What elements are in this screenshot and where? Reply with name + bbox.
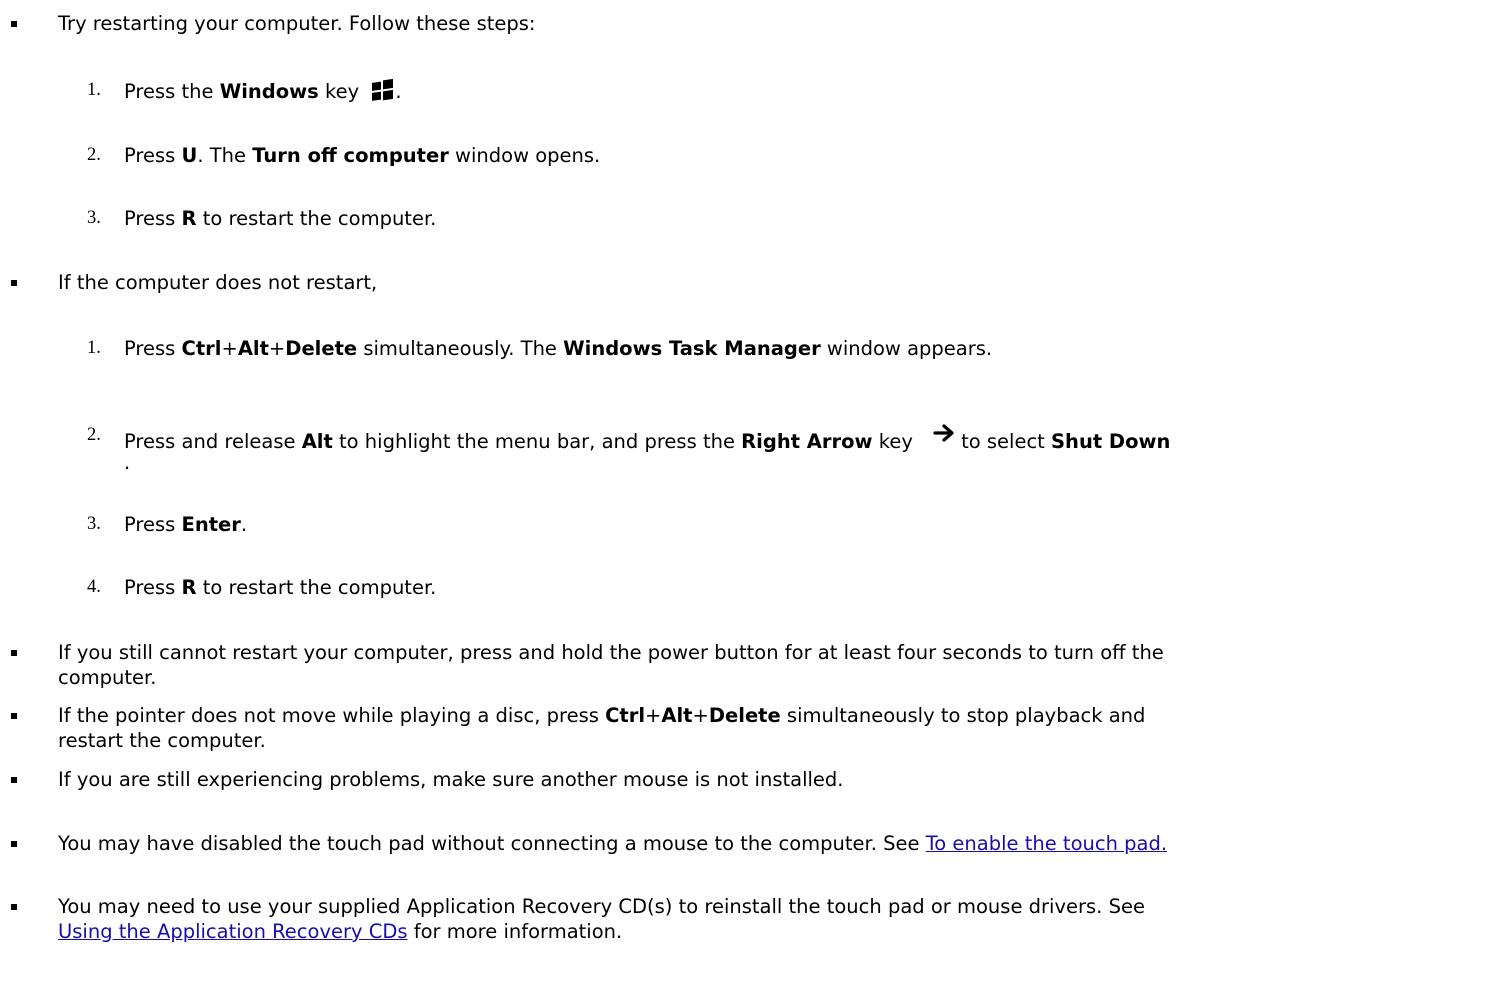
step-number: 2. — [87, 145, 101, 165]
bullet-text: If you are still experiencing problems, … — [58, 768, 844, 791]
step-number: 2. — [87, 425, 101, 445]
step-text: Press Ctrl+Alt+Delete simultaneously. Th… — [124, 337, 993, 360]
help-document: { "items": { "b1": "Try restarting your … — [0, 0, 1495, 992]
step-number: 1. — [87, 80, 101, 100]
enable-touch-pad-link[interactable]: To enable the touch pad. — [926, 832, 1167, 855]
bullet-marker — [11, 713, 17, 719]
step-text: Press Enter. — [124, 513, 248, 536]
bullet-marker — [11, 841, 17, 847]
bullet-marker — [11, 280, 17, 286]
bullet-text: Using the Application Recovery CDs for m… — [58, 920, 623, 943]
bullet-marker — [11, 650, 17, 656]
windows-logo-icon — [371, 78, 395, 109]
bullet-text: If the computer does not restart, — [58, 271, 378, 294]
step-number: 3. — [87, 208, 101, 228]
step-text: Press R to restart the computer. — [124, 576, 437, 599]
bullet-text: If you still cannot restart your compute… — [58, 641, 1164, 664]
step-text: Press U. The Turn off computer window op… — [124, 144, 601, 167]
right-arrow-icon — [933, 423, 957, 449]
bullet-text: restart the computer. — [58, 729, 266, 752]
step-text-period: . — [124, 451, 131, 474]
bullet-text: You may need to use your supplied Applic… — [58, 895, 1145, 918]
bullet-text: If the pointer does not move while playi… — [58, 704, 1146, 727]
application-recovery-link[interactable]: Using the Application Recovery CDs — [58, 920, 408, 943]
bullet-marker — [11, 904, 17, 910]
bullet-text: You may have disabled the touch pad with… — [58, 832, 1168, 855]
step-text: Press and release Alt to highlight the m… — [124, 423, 1170, 455]
step-text: Press R to restart the computer. — [124, 207, 437, 230]
step-number: 1. — [87, 338, 101, 358]
step-number: 3. — [87, 514, 101, 534]
bullet-text: Try restarting your computer. Follow the… — [58, 12, 536, 35]
step-number: 4. — [87, 577, 101, 597]
bullet-text: computer. — [58, 666, 157, 689]
bullet-marker — [11, 777, 17, 783]
bullet-marker — [11, 21, 17, 27]
step-text: Press the Windows key . — [124, 78, 402, 109]
